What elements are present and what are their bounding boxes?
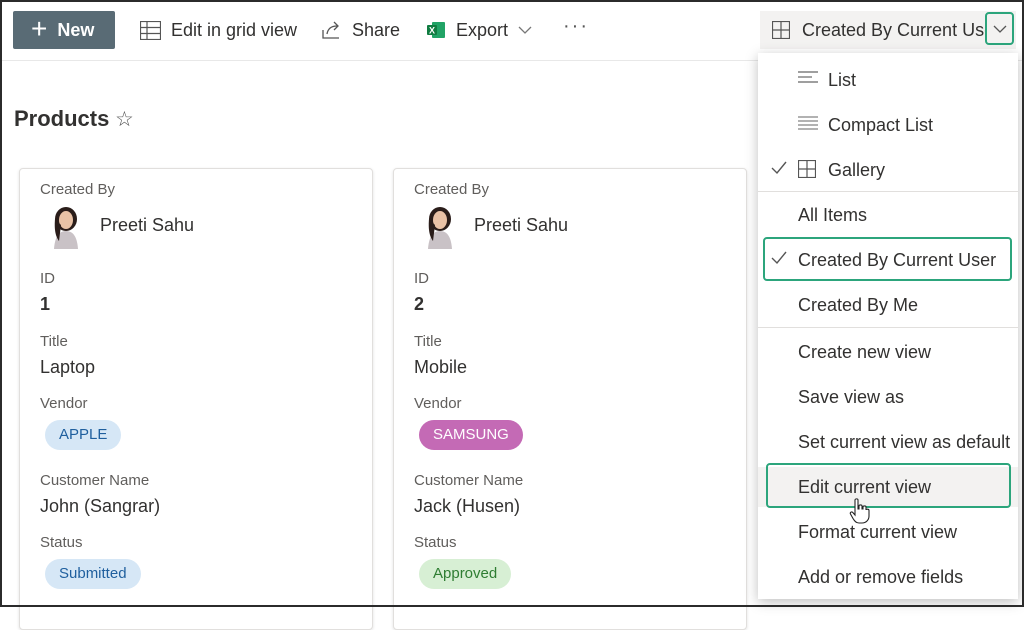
svg-text:X: X <box>429 26 435 36</box>
field-label: Customer Name <box>40 472 150 489</box>
share-button[interactable]: Share <box>322 16 400 44</box>
field-label: Vendor <box>414 395 462 412</box>
field-label: Title <box>414 333 442 350</box>
field-label: Title <box>40 333 68 350</box>
title-value: Laptop <box>40 357 96 377</box>
view-selector-label: Created By Current User <box>802 19 1001 40</box>
menu-divider <box>758 191 1018 192</box>
field-label: Status <box>414 534 457 551</box>
more-options-button[interactable]: ··· <box>563 15 589 38</box>
compact-list-icon <box>798 116 818 130</box>
gallery-view-icon <box>772 21 790 39</box>
field-label: Created By <box>40 181 116 198</box>
menu-item-save-view-as[interactable]: Save view as <box>758 377 1018 417</box>
menu-item-label: Created By Current User <box>798 249 997 270</box>
view-selector-dropdown-button[interactable] <box>985 12 1014 45</box>
menu-item-label: Create new view <box>798 341 932 362</box>
favorite-star-icon[interactable]: ☆ <box>115 107 134 132</box>
menu-item-format-current-view[interactable]: Format current view <box>758 512 1018 552</box>
menu-item-label: Add or remove fields <box>798 566 964 587</box>
grid-icon <box>140 20 161 40</box>
share-label: Share <box>352 19 401 40</box>
list-layout-icon <box>798 71 818 83</box>
gallery-card[interactable]: Created By Preeti Sahu ID 2 Title Mobile… <box>393 168 747 630</box>
menu-item-label: Edit current view <box>798 476 932 497</box>
menu-item-add-remove-fields[interactable]: Add or remove fields <box>758 557 1018 597</box>
menu-item-label: Created By Me <box>798 294 919 315</box>
field-label: ID <box>414 270 429 287</box>
checkmark-icon <box>771 251 787 265</box>
menu-item-created-by-me[interactable]: Created By Me <box>758 285 1018 325</box>
new-button-label: New <box>57 19 95 40</box>
status-pill: Submitted <box>45 559 141 589</box>
view-options-menu: List Compact List Gallery All Items Crea… <box>758 53 1018 599</box>
export-label: Export <box>456 19 509 40</box>
customer-value: John (Sangrar) <box>40 496 161 516</box>
excel-icon: X <box>427 22 445 38</box>
vendor-pill: APPLE <box>45 420 122 450</box>
menu-item-edit-current-view[interactable]: Edit current view <box>758 467 1018 507</box>
status-pill: Approved <box>419 559 512 589</box>
menu-item-label: Set current view as default <box>798 431 1011 452</box>
menu-item-set-default-view[interactable]: Set current view as default <box>758 422 1018 462</box>
page-title: Products <box>14 106 110 131</box>
menu-divider <box>758 327 1018 328</box>
menu-item-label: Compact List <box>828 114 934 135</box>
gallery-card[interactable]: Created By Preeti Sahu ID 1 Title Laptop… <box>19 168 373 630</box>
menu-item-created-by-current-user[interactable]: Created By Current User <box>758 240 1018 280</box>
chevron-down-icon <box>993 25 1006 33</box>
menu-item-label: Save view as <box>798 386 905 407</box>
view-selector[interactable]: Created By Current User <box>760 11 1016 49</box>
field-label: ID <box>40 270 55 287</box>
menu-item-label: Format current view <box>798 521 958 542</box>
created-by-name[interactable]: Preeti Sahu <box>474 215 568 236</box>
menu-item-compact-list[interactable]: Compact List <box>758 105 1018 145</box>
new-button[interactable]: + New <box>13 11 115 49</box>
menu-item-create-new-view[interactable]: Create new view <box>758 332 1018 372</box>
chevron-down-icon <box>518 26 532 34</box>
command-bar: + New Edit in grid view Share X Export ·… <box>0 0 1024 61</box>
menu-item-label: Gallery <box>828 159 886 180</box>
field-label: Created By <box>414 181 490 198</box>
vendor-pill: SAMSUNG <box>419 420 523 450</box>
edit-grid-view-label: Edit in grid view <box>171 19 298 40</box>
gallery-view-icon <box>798 160 816 178</box>
menu-item-list[interactable]: List <box>758 60 1018 100</box>
field-label: Customer Name <box>414 472 524 489</box>
field-label: Vendor <box>40 395 88 412</box>
edit-grid-view-button[interactable]: Edit in grid view <box>140 16 297 44</box>
plus-icon: + <box>31 12 48 44</box>
title-value: Mobile <box>414 357 468 377</box>
menu-item-label: All Items <box>798 204 868 225</box>
created-by-name[interactable]: Preeti Sahu <box>100 215 194 236</box>
id-value: 1 <box>40 294 51 314</box>
menu-item-label: List <box>828 69 857 90</box>
hand-cursor-icon <box>849 498 870 524</box>
avatar <box>428 207 452 249</box>
export-button[interactable]: X Export <box>426 16 532 44</box>
customer-value: Jack (Husen) <box>414 496 521 516</box>
avatar <box>54 207 78 249</box>
share-icon <box>322 21 339 39</box>
id-value: 2 <box>414 294 425 314</box>
checkmark-icon <box>771 161 787 175</box>
field-label: Status <box>40 534 83 551</box>
menu-item-gallery[interactable]: Gallery <box>758 150 1018 190</box>
menu-item-all-items[interactable]: All Items <box>758 195 1018 235</box>
